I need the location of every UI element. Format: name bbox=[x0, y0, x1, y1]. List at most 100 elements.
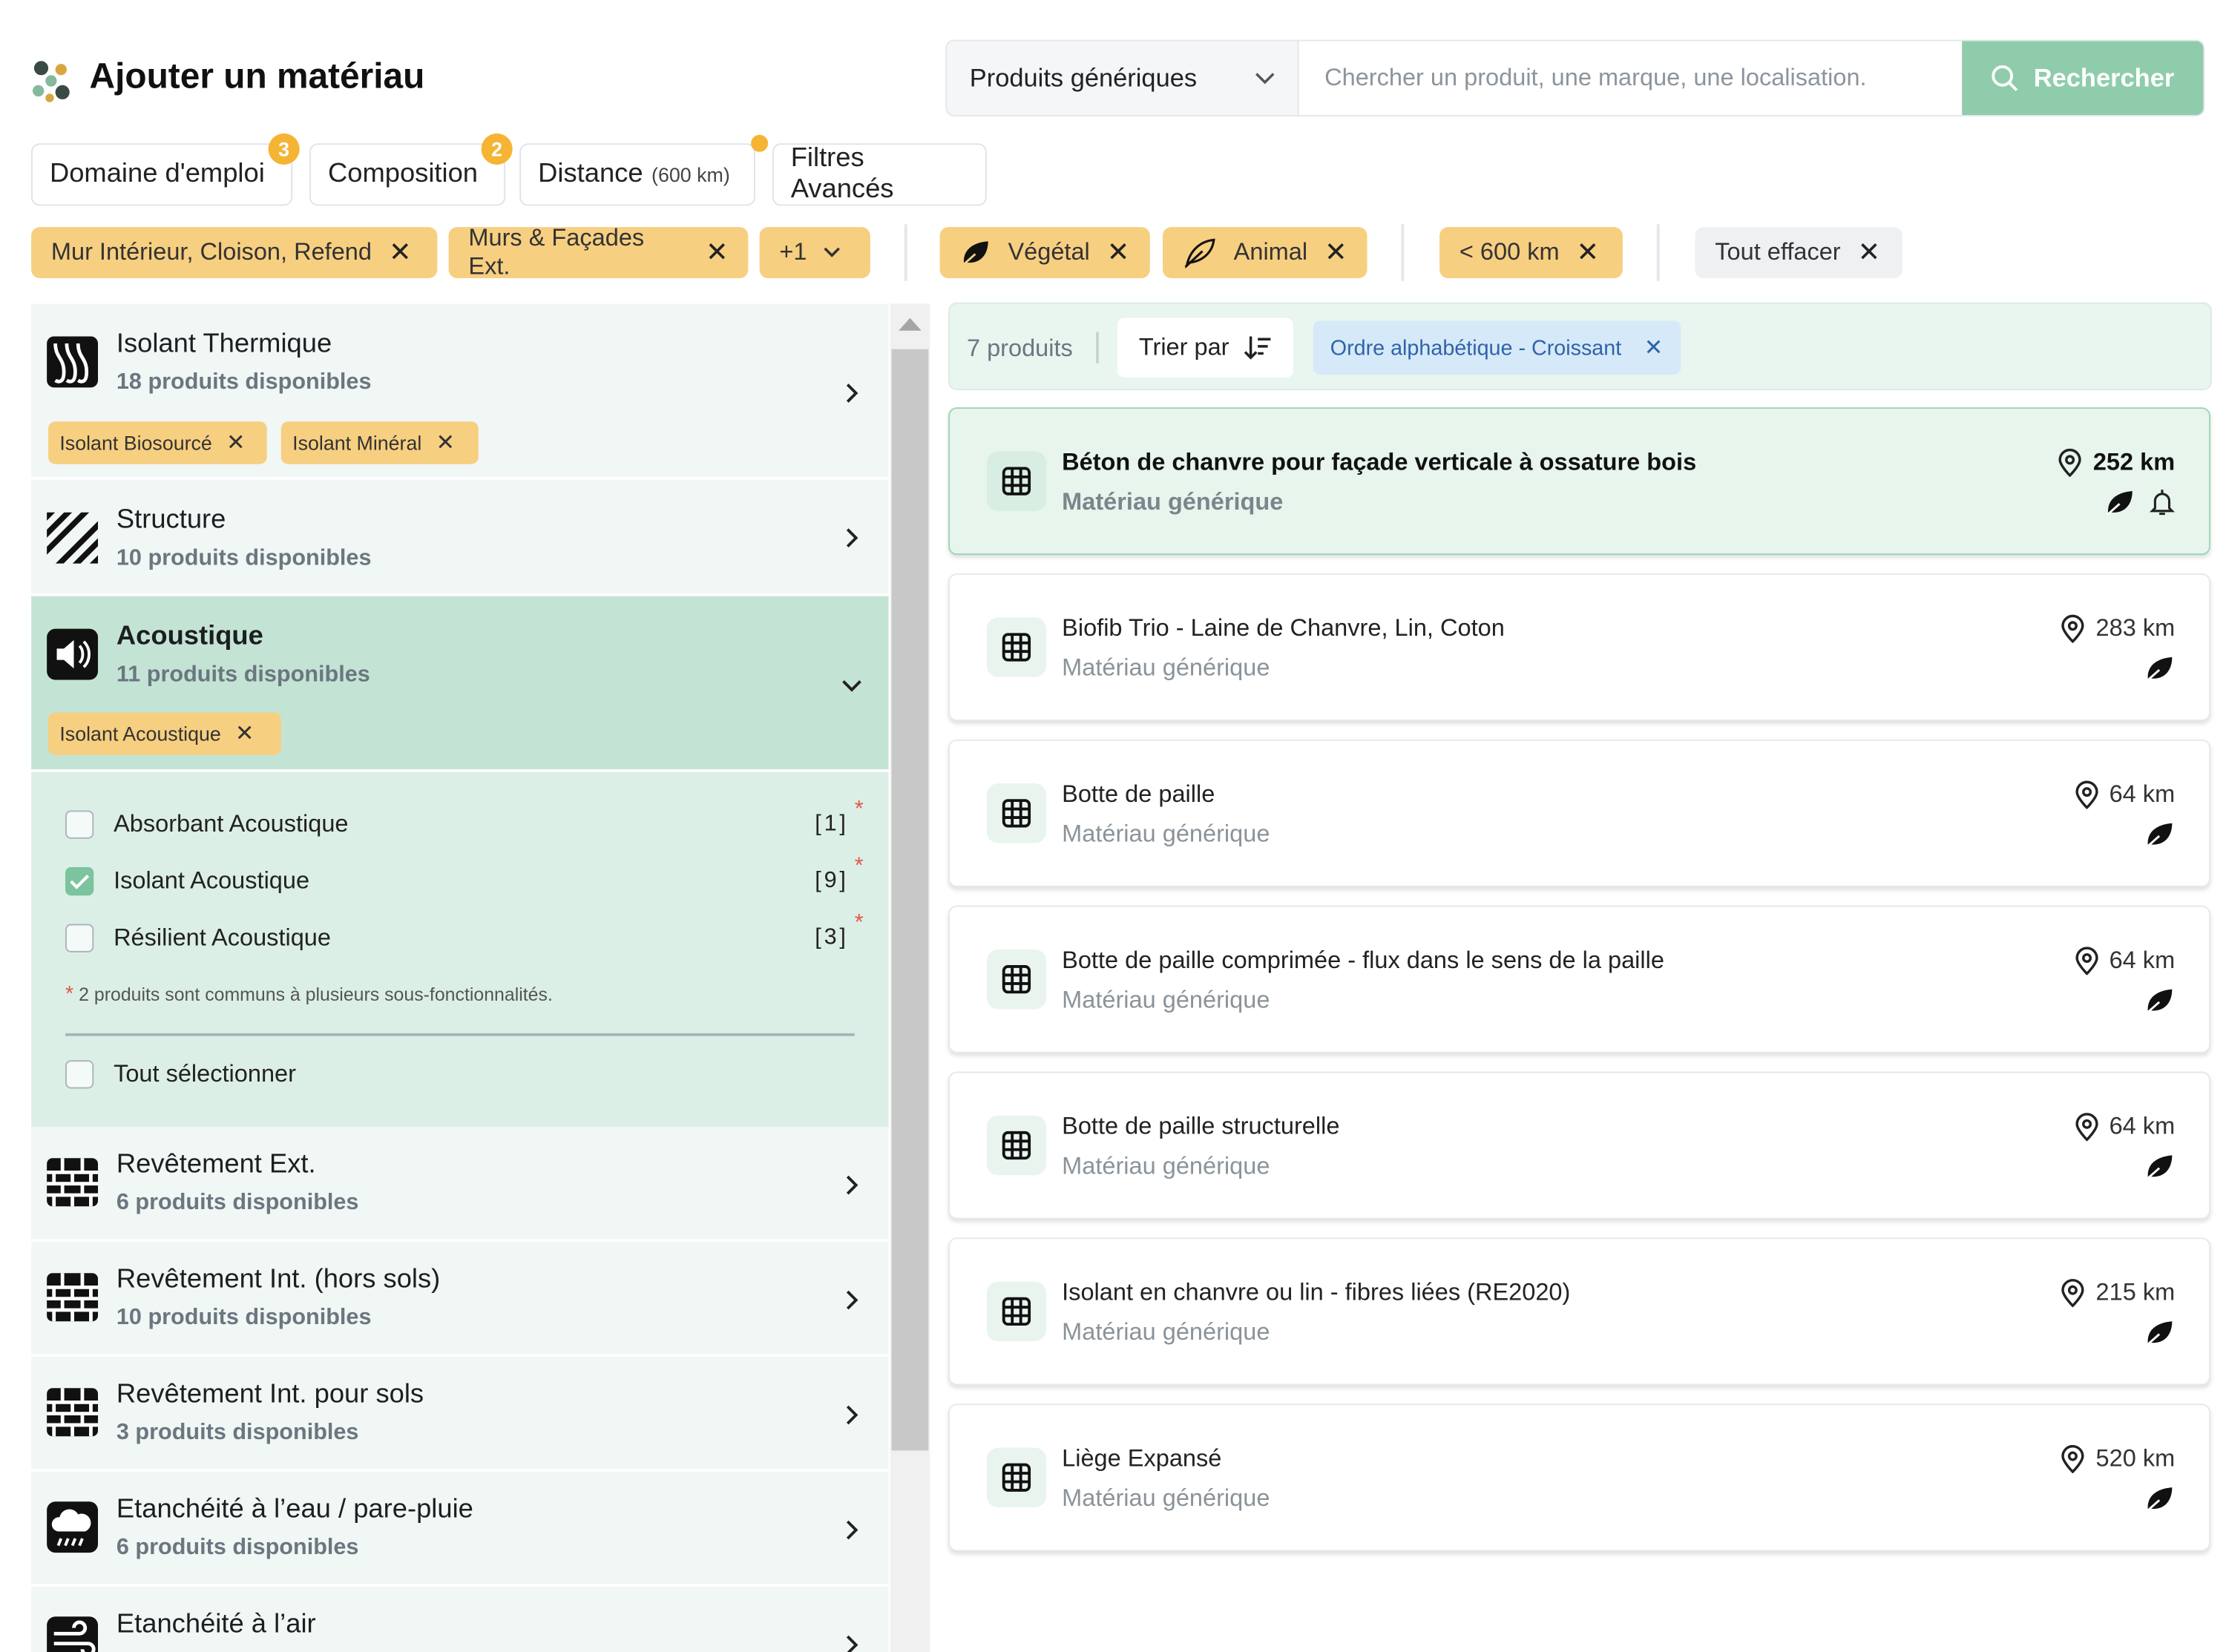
close-icon[interactable]: ✕ bbox=[436, 429, 455, 457]
close-icon[interactable]: ✕ bbox=[226, 429, 246, 457]
option-count: [3] bbox=[815, 925, 849, 950]
category-count: 10 produits disponibles bbox=[116, 1306, 372, 1330]
check-icon bbox=[70, 874, 90, 889]
category-waterproofing[interactable]: Etanchéité à l’eau / pare-pluie 6 produi… bbox=[31, 1472, 889, 1587]
speaker-icon bbox=[45, 628, 99, 682]
category-count: 6 produits disponibles bbox=[116, 1536, 359, 1560]
search-button[interactable]: Rechercher bbox=[1962, 41, 2204, 115]
material-icon bbox=[986, 1281, 1047, 1342]
insulation-icon bbox=[45, 335, 99, 389]
category-floor-cladding[interactable]: Revêtement Int. pour sols 3 produits dis… bbox=[31, 1357, 889, 1472]
checkbox[interactable] bbox=[65, 810, 94, 839]
product-type-select[interactable]: Produits génériques bbox=[947, 41, 1299, 115]
category-count: 10 produits disponibles bbox=[116, 546, 372, 571]
tab-advanced-filters[interactable]: Filtres Avancés bbox=[772, 143, 987, 206]
filter-chip-more-label: +1 bbox=[779, 238, 807, 266]
subcategory-chip-acoustic-insulation[interactable]: Isolant Acoustique ✕ bbox=[48, 712, 281, 755]
category-scrollbar[interactable] bbox=[890, 303, 930, 1652]
category-structure[interactable]: Structure 10 produits disponibles bbox=[31, 479, 889, 596]
chevron-down-icon bbox=[824, 247, 841, 258]
product-card[interactable]: Botte de paille comprimée - flux dans le… bbox=[948, 905, 2211, 1053]
brick-icon bbox=[45, 1270, 99, 1324]
product-type-value: Produits génériques bbox=[969, 63, 1198, 92]
category-interior-cladding[interactable]: Revêtement Int. (hors sols) 10 produits … bbox=[31, 1242, 889, 1358]
product-card[interactable]: Béton de chanvre pour façade verticale à… bbox=[948, 407, 2211, 556]
product-tags bbox=[2144, 1318, 2175, 1346]
product-type: Matériau générique bbox=[1062, 654, 1270, 682]
close-icon[interactable]: ✕ bbox=[1577, 239, 1599, 266]
common-products-note: * 2 produits sont communs à plusieurs so… bbox=[65, 982, 553, 1007]
category-name: Etanchéité à l’air bbox=[116, 1609, 316, 1639]
distance-value: 283 km bbox=[2095, 614, 2176, 642]
scroll-thumb[interactable] bbox=[891, 349, 929, 1451]
checkbox[interactable] bbox=[65, 1060, 94, 1089]
category-exterior-cladding[interactable]: Revêtement Ext. 6 produits disponibles bbox=[31, 1127, 889, 1243]
common-product-marker: * bbox=[854, 854, 864, 879]
clear-all-button[interactable]: Tout effacer ✕ bbox=[1695, 227, 1902, 279]
subcategory-chip-biosourced[interactable]: Isolant Biosourcé ✕ bbox=[48, 421, 267, 464]
sort-button[interactable]: Trier par bbox=[1117, 317, 1294, 378]
product-card[interactable]: Botte de paille structurelle Matériau gé… bbox=[948, 1071, 2211, 1220]
product-card[interactable]: Liège Expansé Matériau générique 520 km bbox=[948, 1403, 2211, 1552]
close-icon[interactable]: ✕ bbox=[235, 720, 255, 748]
product-type: Matériau générique bbox=[1062, 488, 1284, 516]
filter-chip-distance[interactable]: < 600 km ✕ bbox=[1439, 227, 1623, 279]
option-resilient[interactable]: Résilient Acoustique bbox=[65, 920, 331, 957]
product-card[interactable]: Biofib Trio - Laine de Chanvre, Lin, Cot… bbox=[948, 573, 2211, 721]
category-acoustic[interactable]: Acoustique 11 produits disponibles Isola… bbox=[31, 596, 889, 772]
option-absorbant[interactable]: Absorbant Acoustique bbox=[65, 806, 349, 843]
close-icon: ✕ bbox=[1857, 237, 1881, 268]
filter-chip-exterior-wall[interactable]: Murs & Façades Ext. ✕ bbox=[448, 224, 749, 280]
scroll-up-arrow-icon[interactable] bbox=[899, 317, 922, 331]
sort-chip[interactable]: Ordre alphabétique - Croissant ✕ bbox=[1313, 320, 1681, 375]
leaf-icon bbox=[959, 238, 991, 266]
chevron-down-icon bbox=[1255, 72, 1275, 85]
option-label: Isolant Acoustique bbox=[114, 867, 310, 895]
tab-distance[interactable]: Distance (600 km) bbox=[519, 134, 769, 206]
tab-composition[interactable]: Composition 2 bbox=[309, 133, 513, 206]
app-logo-icon bbox=[28, 57, 73, 105]
subcategory-chip-mineral[interactable]: Isolant Minéral ✕ bbox=[280, 421, 479, 464]
search-input[interactable] bbox=[1298, 41, 1963, 115]
product-tags bbox=[2144, 1153, 2175, 1181]
close-icon[interactable]: ✕ bbox=[706, 239, 728, 266]
composition-badge: 2 bbox=[481, 133, 513, 165]
checkbox[interactable] bbox=[65, 924, 94, 952]
close-icon[interactable]: ✕ bbox=[389, 239, 411, 266]
tab-distance-value: (600 km) bbox=[651, 163, 730, 186]
product-type: Matériau générique bbox=[1062, 1152, 1270, 1179]
category-name: Acoustique bbox=[116, 622, 263, 652]
select-all[interactable]: Tout sélectionner bbox=[65, 1056, 296, 1093]
option-count: [9] bbox=[815, 868, 849, 893]
option-isolant[interactable]: Isolant Acoustique bbox=[65, 863, 309, 900]
filter-chip-more[interactable]: +1 bbox=[759, 227, 870, 279]
category-count: 3 produits disponibles bbox=[116, 1421, 359, 1445]
usage-domain-badge: 3 bbox=[268, 133, 300, 165]
product-card[interactable]: Isolant en chanvre ou lin - fibres liées… bbox=[948, 1237, 2211, 1386]
category-count: 6 produits disponibles bbox=[116, 1191, 359, 1215]
filter-chip-animal[interactable]: Animal ✕ bbox=[1162, 227, 1368, 279]
structure-icon bbox=[45, 511, 99, 565]
product-name: Botte de paille structurelle bbox=[1062, 1113, 1340, 1140]
map-pin-icon bbox=[2059, 448, 2082, 477]
tab-usage-domain[interactable]: Domaine d'emploi 3 bbox=[31, 133, 300, 206]
category-airtightness[interactable]: Etanchéité à l’air bbox=[31, 1587, 889, 1652]
filter-chip-interior-wall[interactable]: Mur Intérieur, Cloison, Refend ✕ bbox=[31, 227, 438, 279]
checkbox-checked[interactable] bbox=[65, 867, 94, 896]
product-tags bbox=[2144, 654, 2175, 682]
material-icon bbox=[986, 1115, 1047, 1176]
filter-chip-label: Murs & Façades Ext. bbox=[468, 224, 645, 280]
product-type: Matériau générique bbox=[1062, 986, 1270, 1014]
tab-usage-domain-label: Domaine d'emploi bbox=[49, 159, 265, 189]
close-icon[interactable]: ✕ bbox=[1324, 239, 1347, 266]
close-icon[interactable]: ✕ bbox=[1107, 239, 1129, 266]
product-card[interactable]: Botte de paille Matériau générique 64 km bbox=[948, 739, 2211, 887]
category-thermal-insulation[interactable]: Isolant Thermique 18 produits disponible… bbox=[31, 303, 889, 480]
close-icon[interactable]: ✕ bbox=[1644, 334, 1664, 362]
select-all-label: Tout sélectionner bbox=[114, 1060, 296, 1087]
search-button-label: Rechercher bbox=[2033, 63, 2175, 92]
filter-chip-vegetal[interactable]: Végétal ✕ bbox=[939, 227, 1150, 279]
product-name: Biofib Trio - Laine de Chanvre, Lin, Cot… bbox=[1062, 614, 1505, 642]
distance-value: 64 km bbox=[2109, 780, 2176, 808]
product-distance: 215 km bbox=[2061, 1279, 2175, 1308]
